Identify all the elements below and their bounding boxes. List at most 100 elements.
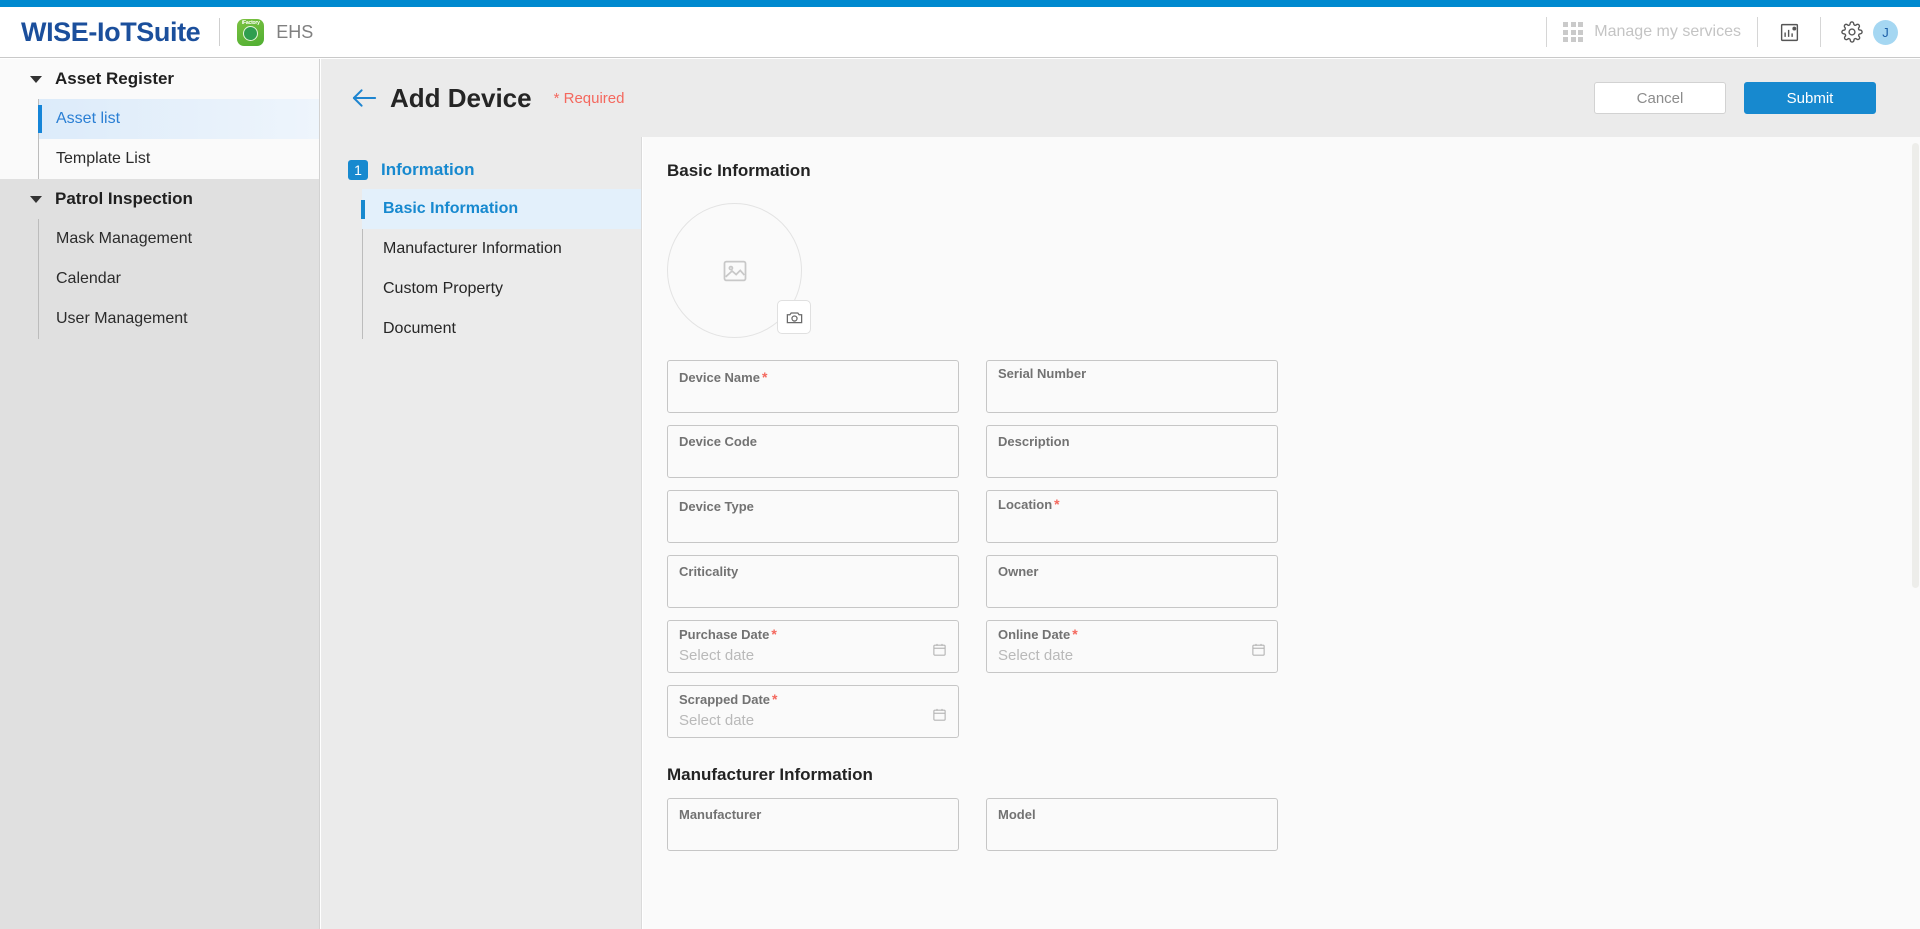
form-content: Basic Information Device Name * Serial Nu… [643,137,1920,929]
step-item-manufacturer-information[interactable]: Manufacturer Information [362,229,641,269]
step-item-basic-information[interactable]: Basic Information [361,189,641,229]
sidebar-item-user-management[interactable]: User Management [39,299,319,339]
field-criticality[interactable]: Criticality [667,555,959,608]
step-header-label: Information [381,160,475,179]
sidebar-item-asset-list[interactable]: Asset list [38,99,319,139]
brand-logo[interactable]: WISE-IoTSuite [21,17,201,48]
camera-icon[interactable] [777,300,811,334]
calendar-icon[interactable] [932,707,947,727]
grid-icon [1563,22,1584,42]
sidebar-group-patrol-inspection: Patrol Inspection Mask Management Calend… [0,179,319,339]
sidebar-item-label: Asset list [56,110,121,127]
field-description[interactable]: Description [986,425,1278,478]
field-label: Model [998,807,1036,822]
gear-icon[interactable] [1837,17,1867,47]
date-placeholder: Select date [679,712,755,729]
required-note: * Required [553,89,625,107]
content-scrollbar-thumb[interactable] [1912,143,1919,588]
page-title: Add Device [390,82,532,113]
manage-my-services-label: Manage my services [1594,23,1741,40]
field-label: Device Code [679,434,758,449]
step-item-label: Custom Property [383,280,504,297]
header-separator-1 [1546,17,1548,47]
sidebar-item-mask-management[interactable]: Mask Management [39,219,319,259]
calendar-icon[interactable] [932,642,947,662]
app-header: WISE-IoTSuite iFactory EHS Manage my ser… [0,7,1920,58]
field-label: Owner [998,564,1039,579]
field-label: Device Type [679,499,754,514]
date-placeholder: Select date [679,647,755,664]
sidebar-children-patrol-inspection: Mask Management Calendar User Management [0,219,319,339]
sidebar-item-template-list[interactable]: Template List [39,139,319,179]
header-right-group: Manage my services J [1530,7,1920,57]
step-nav-panel: 1 Information Basic Information Manufact… [321,137,642,929]
field-device-type[interactable]: Device Type [667,490,959,543]
manufacturer-information-fields: Manufacturer Model [667,798,1920,851]
required-star: * [1072,626,1078,642]
step-header-information[interactable]: 1 Information [321,151,641,189]
sidebar-item-label: Template List [56,150,151,167]
field-label: Location * [998,496,1060,512]
cancel-button[interactable]: Cancel [1594,82,1726,114]
field-owner[interactable]: Owner [986,555,1278,608]
field-label: Criticality [679,564,739,579]
required-star: * [761,369,768,385]
avatar[interactable]: J [1873,19,1898,45]
sidebar-children-asset-register: Asset list Template List [0,99,319,179]
header-separator-3 [1820,17,1821,47]
field-label: Online Date * [998,626,1078,642]
date-placeholder: Select date [998,647,1074,664]
ifactory-app-icon: iFactory [237,18,265,46]
step-item-custom-property[interactable]: Custom Property [362,269,641,309]
field-online-date[interactable]: Online Date * Select date [986,620,1278,673]
field-label: Serial Number [998,366,1087,381]
calendar-icon[interactable] [1251,642,1266,662]
step-item-document[interactable]: Document [362,309,641,349]
field-label: Description [998,434,1070,449]
sidebar-group-label: Asset Register [55,69,175,88]
manage-my-services-button[interactable]: Manage my services [1563,22,1741,42]
chevron-down-icon [30,75,42,83]
chart-icon[interactable] [1774,17,1804,47]
sidebar-group-asset-register: Asset Register Asset list Template List [0,59,319,179]
sidebar: Asset Register Asset list Template List … [0,59,320,929]
step-items: Basic Information Manufacturer Informati… [361,189,641,349]
sidebar-group-header-patrol-inspection[interactable]: Patrol Inspection [0,179,319,219]
step-item-label: Basic Information [383,200,519,217]
field-scrapped-date[interactable]: Scrapped Date * Select date [667,685,959,738]
sidebar-item-label: Calendar [56,270,121,287]
field-label: Manufacturer [679,807,762,822]
chevron-down-icon [30,195,42,203]
sidebar-item-calendar[interactable]: Calendar [39,259,319,299]
required-star: * [772,691,778,707]
field-device-code[interactable]: Device Code [667,425,959,478]
field-manufacturer[interactable]: Manufacturer [667,798,959,851]
field-location[interactable]: Location * [986,490,1278,543]
brand-divider [219,18,221,46]
sidebar-item-label: Mask Management [56,230,193,247]
sidebar-item-label: User Management [56,310,188,327]
sidebar-group-label: Patrol Inspection [55,189,193,208]
step-item-label: Manufacturer Information [383,240,562,257]
field-model[interactable]: Model [986,798,1278,851]
required-star: * [771,626,777,642]
field-label: Scrapped Date * [679,691,778,707]
ifactory-badge-tagline: iFactory [241,19,260,26]
submit-button[interactable]: Submit [1744,82,1876,114]
required-star: * [1054,496,1060,512]
field-purchase-date[interactable]: Purchase Date * Select date [667,620,959,673]
ifactory-badge-glyph [243,26,259,41]
page-header: Add Device * Required Cancel Submit [321,59,1920,137]
app-name-label: EHS [276,21,314,42]
field-serial-number[interactable]: Serial Number [986,360,1278,413]
step-item-label: Document [383,320,456,337]
section-title-manufacturer-information: Manufacturer Information [667,765,873,784]
sidebar-group-header-asset-register[interactable]: Asset Register [0,59,319,99]
arrow-left-icon[interactable] [351,87,378,109]
field-label: Device Name * [679,369,768,385]
device-image-upload[interactable] [667,203,811,338]
step-number-badge: 1 [348,160,368,180]
top-accent-bar [0,0,1920,7]
field-device-name[interactable]: Device Name * [667,360,959,413]
content-scrollbar[interactable] [1911,137,1920,929]
